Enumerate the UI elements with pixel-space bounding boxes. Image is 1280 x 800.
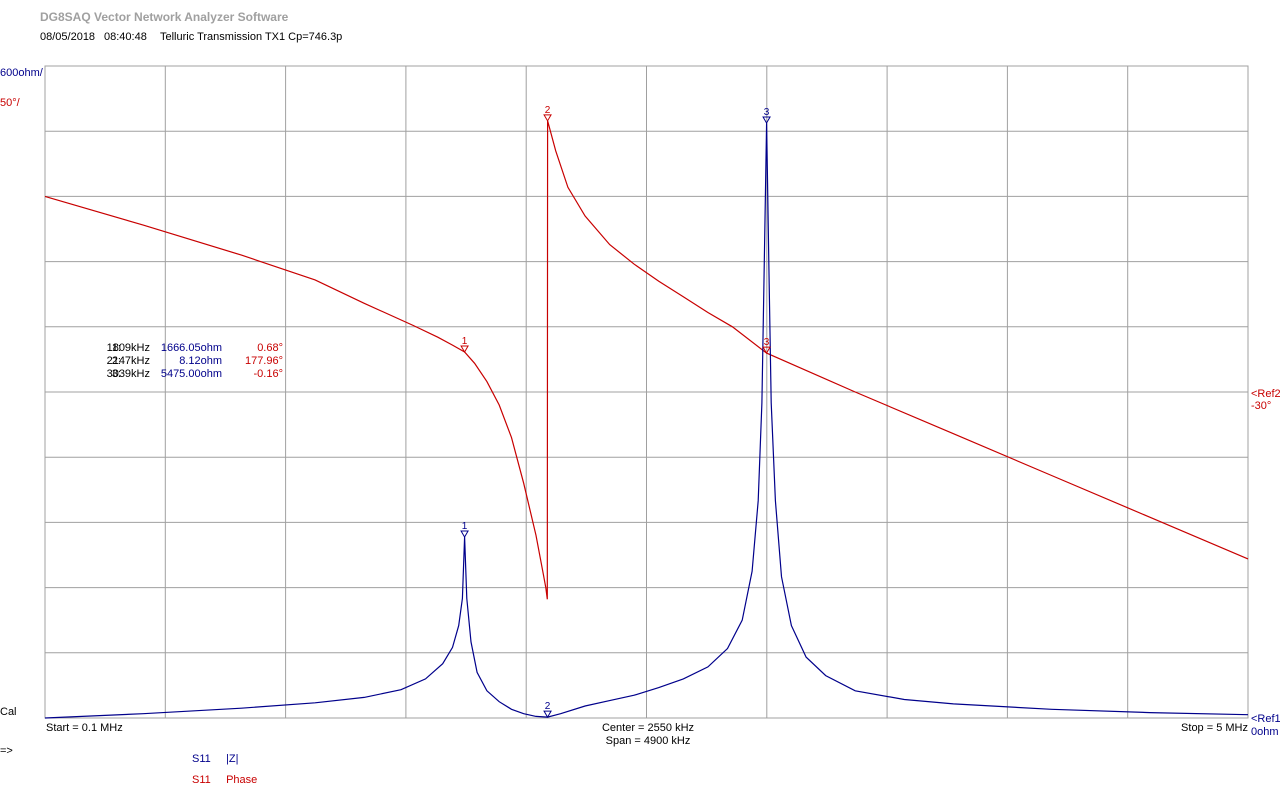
marker-frequency: 2147kHz [106, 355, 150, 367]
phase-marker-1[interactable]: 1 [460, 336, 469, 353]
marker-magnitude: 1666.05ohm [160, 342, 222, 354]
marker-number: 3 [764, 107, 770, 118]
marker-magnitude: 8.12ohm [179, 355, 222, 367]
marker-number: 1 [462, 521, 468, 532]
phase-marker-2[interactable]: 2 [543, 105, 552, 122]
ref2-title: <Ref2 [1251, 388, 1280, 400]
start-frequency-label: Start = 0.1 MHz [46, 722, 123, 734]
span-label: Span = 4900 kHz [605, 735, 691, 747]
legend-item-phase[interactable]: S11 Phase [192, 774, 257, 786]
legend-item-magnitude[interactable]: S11 |Z| [192, 753, 239, 765]
legend-trace-name: |Z| [226, 753, 239, 765]
marker-phase: -0.16° [253, 368, 283, 380]
ref2-label[interactable]: <Ref2 -30° [1251, 388, 1280, 412]
grid-lines [44, 65, 1249, 719]
marker-number: 2 [545, 701, 551, 712]
marker-readout-row: 3: 3039kHz 5475.00ohm -0.16° [60, 368, 290, 381]
ref1-value: 0ohm [1251, 726, 1279, 738]
ref1-title: <Ref1 [1251, 713, 1280, 725]
ref2-value: -30° [1251, 400, 1272, 412]
marker-number: 2 [545, 105, 551, 116]
marker-phase: 177.96° [244, 355, 283, 367]
legend-trace-name: Phase [226, 774, 258, 786]
marker-readout-row: 2: 2147kHz 8.12ohm 177.96° [60, 355, 290, 368]
command-prompt: => [0, 745, 13, 757]
cal-indicator: Cal [0, 706, 17, 718]
center-frequency-label: Center = 2550 kHz [601, 722, 695, 734]
marker-magnitude: 5475.00ohm [160, 368, 222, 380]
legend-port: S11 [192, 753, 211, 765]
marker-number: 3 [764, 337, 770, 348]
magnitude-marker-1[interactable]: 1 [460, 521, 469, 538]
marker-phase: 0.68° [257, 342, 283, 354]
legend-port: S11 [192, 774, 211, 786]
marker-frequency: 1809kHz [106, 342, 150, 354]
plot-area[interactable]: 1 1 2 2 3 3 [0, 0, 1280, 800]
marker-frequency: 3039kHz [106, 368, 150, 380]
stop-frequency-label: Stop = 5 MHz [1181, 722, 1248, 734]
ref1-label[interactable]: <Ref1 0ohm [1251, 713, 1280, 739]
marker-number: 1 [462, 336, 468, 347]
marker-readout-row: 1: 1809kHz 1666.05ohm 0.68° [60, 342, 290, 355]
marker-readout-table: 1: 1809kHz 1666.05ohm 0.68° 2: 2147kHz 8.12ohm… [60, 342, 290, 381]
magnitude-marker-2[interactable]: 2 [543, 701, 552, 719]
